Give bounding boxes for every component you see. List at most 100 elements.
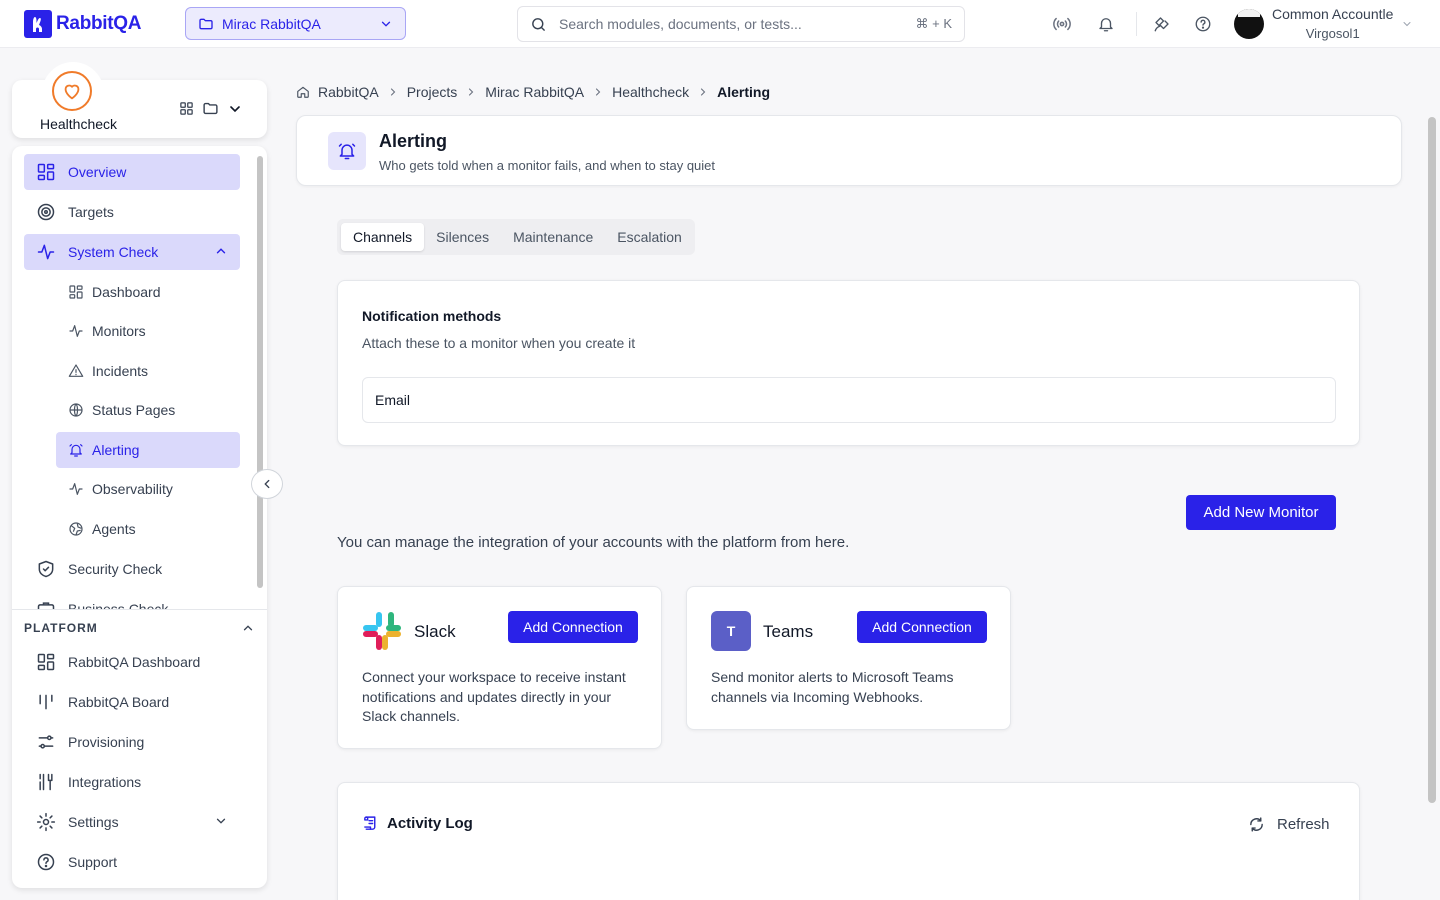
avatar: [1234, 9, 1264, 39]
page-icon-box: [328, 132, 366, 170]
sidebar-item-rabbitqa-board[interactable]: RabbitQA Board: [24, 684, 240, 720]
chevron-left-icon: [264, 479, 270, 489]
breadcrumb-item[interactable]: Mirac RabbitQA: [485, 84, 584, 100]
gear-icon: [36, 812, 56, 832]
sidebar-item-incidents[interactable]: Incidents: [56, 353, 240, 389]
integration-description: Connect your workspace to receive instan…: [362, 669, 626, 724]
app-logo[interactable]: RabbitQA: [24, 10, 142, 38]
help-icon: [37, 853, 55, 871]
module-badge: [42, 62, 104, 124]
sidebar-item-monitors[interactable]: Monitors: [56, 313, 240, 349]
breadcrumb: RabbitQA Projects Mirac RabbitQA Healthc…: [296, 82, 770, 102]
global-search[interactable]: ⌘ + K: [517, 6, 965, 42]
integration-name: Teams: [763, 622, 814, 641]
satellite-icon[interactable]: [1152, 14, 1172, 34]
sidebar-item-agents[interactable]: Agents: [56, 511, 240, 547]
breadcrumb-item[interactable]: Projects: [407, 84, 458, 100]
sidebar: Overview Targets System Check Dashboard …: [12, 146, 267, 888]
chevron-down-icon: [216, 818, 226, 824]
chevron-down-icon: [1403, 22, 1411, 27]
project-selector[interactable]: Mirac RabbitQA: [185, 7, 406, 40]
module-switcher[interactable]: Healthcheck: [12, 62, 267, 138]
sidebar-item-provisioning[interactable]: Provisioning: [24, 724, 240, 760]
user-menu[interactable]: Common Accountle Virgosol1: [1234, 5, 1413, 43]
tab-maintenance[interactable]: Maintenance: [501, 223, 605, 251]
folder-icon[interactable]: [202, 100, 219, 117]
sidebar-module-nav: Overview Targets System Check Dashboard …: [12, 146, 267, 609]
chevron-down-icon[interactable]: [227, 101, 243, 117]
layout-grid-icon: [69, 285, 83, 299]
tab-channels[interactable]: Channels: [341, 223, 425, 251]
sidebar-item-label: Settings: [68, 814, 119, 830]
breadcrumb-item[interactable]: Healthcheck: [612, 84, 689, 100]
activity-log-title: Activity Log: [387, 815, 473, 832]
sidebar-item-system-check[interactable]: System Check: [24, 234, 240, 270]
sidebar-collapse-button[interactable]: [251, 469, 283, 499]
platform-section-header[interactable]: PLATFORM: [24, 616, 255, 640]
briefcase-icon: [37, 602, 55, 609]
target-icon: [37, 203, 55, 221]
sidebar-divider: [12, 609, 267, 610]
sidebar-item-label: Security Check: [68, 561, 163, 577]
search-icon: [532, 17, 545, 31]
heart-icon: [64, 84, 80, 100]
sidebar-scrollbar[interactable]: [257, 156, 263, 588]
refresh-label: Refresh: [1277, 815, 1330, 833]
sidebar-item-label: Incidents: [92, 363, 149, 379]
sidebar-item-targets[interactable]: Targets: [24, 194, 240, 230]
shield-check-icon: [38, 560, 54, 578]
sidebar-item-label: System Check: [68, 244, 159, 260]
chevron-right-icon: [596, 88, 601, 96]
bell-icon[interactable]: [1096, 14, 1116, 34]
sidebar-item-label: Status Pages: [92, 402, 176, 418]
slack-logo-icon: [363, 612, 401, 650]
teams-add-connection-button[interactable]: Add Connection: [857, 611, 987, 643]
breadcrumb-item[interactable]: RabbitQA: [318, 84, 379, 100]
slack-add-connection-button[interactable]: Add Connection: [508, 611, 638, 643]
app-logo-text: RabbitQA: [56, 13, 142, 34]
search-input[interactable]: [559, 16, 904, 32]
module-label: Healthcheck: [40, 116, 118, 132]
tab-escalation[interactable]: Escalation: [605, 223, 694, 251]
layout-grid-icon: [37, 163, 55, 181]
slack-integration-card: Slack Add Connection Connect your worksp…: [337, 586, 662, 749]
sidebar-item-overview[interactable]: Overview: [24, 154, 240, 190]
sidebar-item-settings[interactable]: Settings: [24, 804, 240, 840]
folder-icon: [199, 18, 213, 29]
chevron-up-icon: [216, 248, 226, 254]
notification-methods-title: Notification methods: [362, 308, 502, 324]
sidebar-item-business-check[interactable]: Business Check: [24, 591, 240, 609]
sidebar-item-label: Monitors: [92, 323, 146, 339]
home-icon: [297, 86, 309, 98]
broadcast-icon[interactable]: [1052, 14, 1072, 34]
integration-name: Slack: [414, 622, 456, 641]
tab-silences[interactable]: Silences: [424, 223, 501, 251]
notification-method-email[interactable]: Email: [362, 377, 1336, 423]
rabbit-logo-icon: [24, 10, 52, 38]
refresh-icon: [1250, 816, 1263, 832]
top-bar-divider: [1136, 12, 1137, 36]
main-scrollbar[interactable]: [1428, 117, 1436, 803]
grid-icon[interactable]: [179, 101, 194, 116]
sidebar-item-label: Overview: [68, 164, 127, 180]
chevron-down-icon: [381, 21, 391, 27]
sidebar-item-observability[interactable]: Observability: [56, 471, 240, 507]
scroll-text-icon: [364, 816, 376, 830]
refresh-button[interactable]: Refresh: [1248, 813, 1330, 835]
sidebar-item-security-check[interactable]: Security Check: [24, 551, 240, 587]
sidebar-item-status-pages[interactable]: Status Pages: [56, 392, 240, 428]
project-selector-label: Mirac RabbitQA: [222, 15, 321, 32]
sidebar-item-alerting[interactable]: Alerting: [56, 432, 240, 468]
sidebar-item-rabbitqa-dashboard[interactable]: RabbitQA Dashboard: [24, 644, 240, 680]
user-organization: Virgosol1: [1305, 26, 1360, 41]
sidebar-item-label: RabbitQA Board: [68, 694, 170, 710]
sidebar-item-integrations[interactable]: Integrations: [24, 764, 240, 800]
sidebar-item-dashboard[interactable]: Dashboard: [56, 274, 240, 310]
integrations-intro: You can manage the integration of your a…: [337, 534, 850, 551]
help-icon[interactable]: [1193, 14, 1213, 34]
sidebar-item-label: Business Check: [68, 601, 169, 609]
chevron-right-icon: [469, 88, 474, 96]
add-new-monitor-button[interactable]: Add New Monitor: [1186, 495, 1336, 530]
sidebar-item-support[interactable]: Support: [24, 844, 240, 880]
bell-ring-icon: [338, 143, 356, 160]
